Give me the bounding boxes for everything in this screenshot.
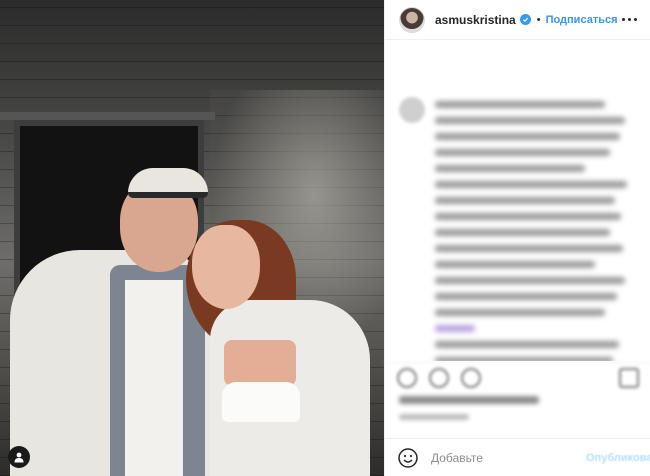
caption-text-blurred	[435, 101, 635, 361]
photo-man-shirt	[125, 280, 183, 476]
user-tag-icon[interactable]	[8, 446, 30, 468]
emoji-icon[interactable]	[397, 447, 419, 469]
photo-woman-face	[192, 225, 260, 309]
likes-count-blurred[interactable]	[399, 396, 539, 404]
avatar[interactable]	[399, 6, 425, 33]
more-horizontal-icon[interactable]	[622, 18, 637, 21]
caption-avatar	[399, 97, 425, 123]
follow-button[interactable]: Подписаться	[537, 14, 618, 26]
photo-man-cap	[128, 168, 208, 198]
bookmark-icon[interactable]	[619, 367, 639, 388]
username-link[interactable]: asmuskristina	[435, 13, 516, 27]
post-actions-bar	[385, 362, 650, 392]
caption-comments-area	[385, 41, 650, 361]
comment-icon[interactable]	[429, 367, 449, 388]
photo-woman-top	[222, 382, 300, 422]
comment-input[interactable]	[431, 450, 586, 465]
like-icon[interactable]	[397, 367, 417, 388]
user-silhouette-icon	[14, 452, 24, 463]
verified-badge-icon	[519, 14, 531, 25]
comment-form: Опубликовать	[385, 438, 650, 476]
post-photo[interactable]	[0, 0, 384, 476]
post-header: asmuskristina Подписаться	[385, 0, 650, 40]
photo-woman-skin	[224, 340, 296, 386]
share-icon[interactable]	[461, 367, 481, 388]
photo-door-frame	[0, 112, 215, 120]
post-side-panel: asmuskristina Подписаться	[384, 0, 650, 476]
post-date-blurred	[399, 414, 469, 420]
publish-button[interactable]: Опубликовать	[586, 452, 650, 464]
